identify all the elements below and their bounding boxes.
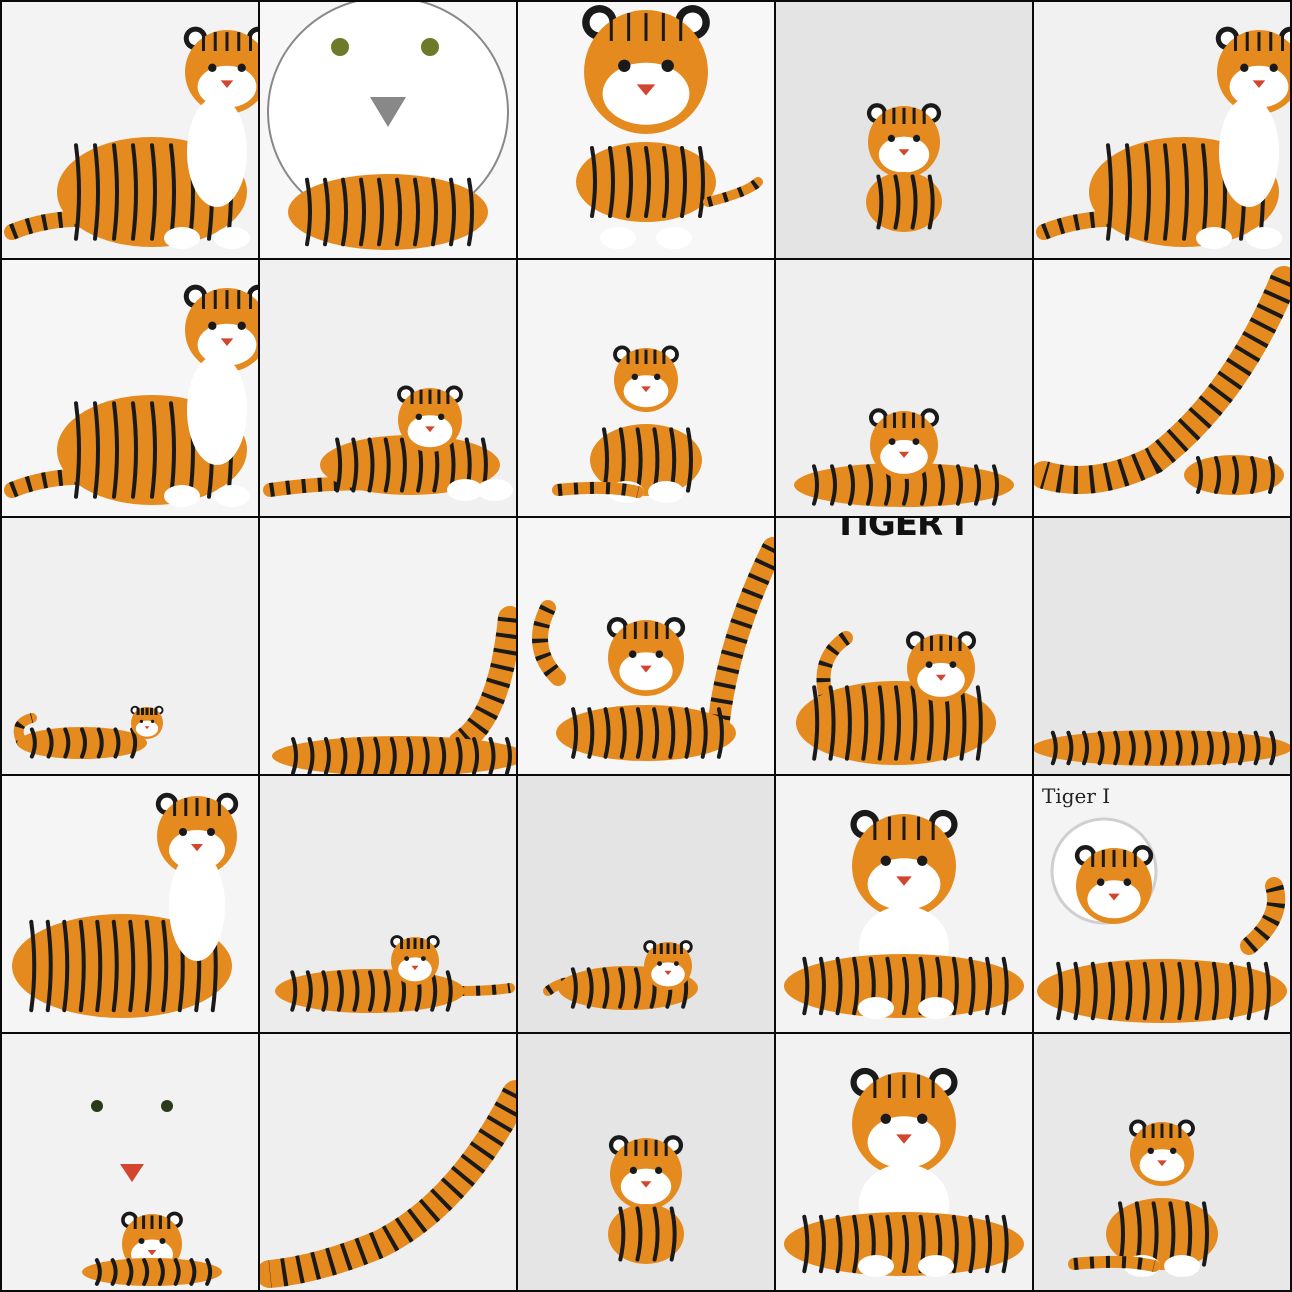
- tiger-illustration: [1036, 26, 1290, 249]
- tiger-illustration: [272, 606, 516, 774]
- image-tile: [260, 260, 516, 516]
- image-tile: [518, 260, 774, 516]
- image-tile: [260, 518, 516, 774]
- tiger-illustration: [552, 345, 702, 503]
- image-tile: [776, 1034, 1032, 1290]
- tiger-illustration: [1034, 266, 1290, 495]
- tiger-illustration: [608, 1135, 684, 1264]
- tiger-illustration: [275, 935, 515, 1013]
- tiger-illustration: [267, 2, 509, 250]
- image-tile: [776, 2, 1032, 258]
- image-tile: [518, 518, 774, 774]
- image-tile: [518, 1034, 774, 1290]
- tiger-illustration: [263, 385, 513, 501]
- image-tile: [1034, 2, 1290, 258]
- tiger-illustration: [1037, 817, 1287, 1023]
- tiger-illustration: [576, 5, 763, 249]
- image-tile: [2, 260, 258, 516]
- image-tile: [260, 2, 516, 258]
- tiger-illustration: [13, 705, 164, 759]
- image-tile: Tiger I: [1034, 776, 1290, 1032]
- tiger-illustration: [866, 103, 942, 232]
- image-grid: TIGER I Tiger I: [0, 0, 1292, 1292]
- tiger-illustration: [1068, 1119, 1218, 1277]
- overlay-label: Tiger I: [1042, 784, 1111, 808]
- tiger-illustration: [796, 631, 996, 765]
- tiger-illustration: [784, 809, 1024, 1019]
- tiger-illustration: [784, 1067, 1024, 1277]
- tiger-illustration: [543, 940, 698, 1010]
- tiger-illustration: [82, 1100, 222, 1286]
- image-tile: [776, 776, 1032, 1032]
- image-tile: [260, 776, 516, 1032]
- image-tile: [1034, 518, 1290, 774]
- image-tile: TIGER I: [776, 518, 1032, 774]
- image-tile: [1034, 260, 1290, 516]
- tiger-illustration: [794, 408, 1014, 507]
- image-tile: [260, 1034, 516, 1290]
- overlay-title: TIGER I: [834, 518, 966, 544]
- image-tile: [776, 260, 1032, 516]
- image-tile: [2, 776, 258, 1032]
- image-tile: [2, 518, 258, 774]
- image-tile: [2, 1034, 258, 1290]
- tiger-illustration: [532, 537, 774, 761]
- image-tile: [2, 2, 258, 258]
- image-tile: [1034, 1034, 1290, 1290]
- tiger-illustration: [4, 284, 258, 507]
- tiger-illustration: [12, 792, 239, 1018]
- tiger-illustration: [1034, 730, 1290, 766]
- tiger-illustration: [260, 1080, 516, 1288]
- image-tile: [518, 776, 774, 1032]
- tiger-illustration: [4, 26, 258, 249]
- image-tile: [518, 2, 774, 258]
